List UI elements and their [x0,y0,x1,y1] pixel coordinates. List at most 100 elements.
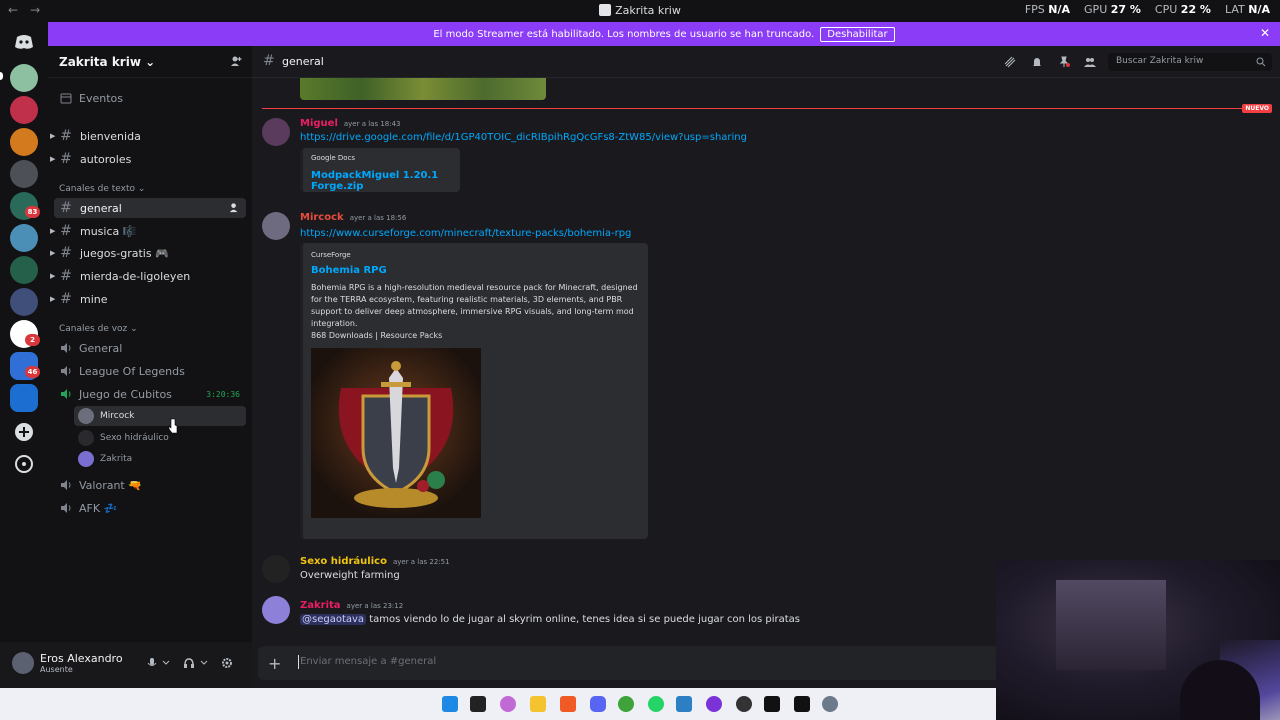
voice-channel-valorant[interactable]: Valorant 🔫 [54,475,246,495]
events-item[interactable]: Eventos [54,88,246,108]
voice-user[interactable]: Zakrita [78,451,132,467]
chevron-down-icon[interactable] [162,657,170,669]
embed-title[interactable]: ModpackMiguel 1.20.1 Forge.zip [311,170,452,192]
chevron-down-icon[interactable] [200,657,208,669]
banner-text: El modo Streamer está habilitado. Los no… [433,28,815,40]
threads-icon[interactable] [1004,56,1016,68]
channel-autoroles[interactable]: ▶ # autoroles [50,149,246,169]
channel-bienvenida[interactable]: ▶ # bienvenida [50,126,246,146]
user-mention[interactable]: @segaotava [300,614,367,625]
voice-channel-juego-de-cubitos[interactable]: Juego de Cubitos 3:20:36 [54,384,246,404]
avatar[interactable] [12,652,34,674]
channel-musica[interactable]: ▶ # musica 🎼 [50,221,246,241]
message-author[interactable]: Mircock ayer a las 18:56 [300,212,406,223]
voice-channel-general[interactable]: General [54,338,246,358]
attachment-image[interactable] [300,78,546,100]
message-link[interactable]: https://drive.google.com/file/d/1GP40TOI… [300,132,747,143]
embed-thumbnail-image[interactable] [311,348,481,518]
discord-taskbar-icon[interactable] [590,696,606,712]
voice-user[interactable]: Mircock [78,408,134,424]
message-timestamp: ayer a las 18:43 [343,120,401,128]
disable-streamer-button[interactable]: Deshabilitar [820,26,895,42]
avatar[interactable] [262,118,290,146]
message-timestamp: ayer a las 18:56 [349,214,407,222]
file-explorer-icon[interactable] [530,696,546,712]
server-icon[interactable] [10,288,38,316]
voice-channel-league-of-legends[interactable]: League Of Legends [54,361,246,381]
bell-icon[interactable] [1031,56,1043,68]
window-app-icon[interactable] [676,696,692,712]
embed-title[interactable]: Bohemia RPG [311,265,640,276]
category-voice-channels[interactable]: Canales de voz ⌄ [59,324,138,334]
stat-lat: LAT N/A [1224,3,1270,16]
obs-icon[interactable] [736,696,752,712]
add-server-icon[interactable] [10,418,38,446]
server-header[interactable]: Zakrita kriw ⌄ [48,46,252,78]
attach-plus-icon[interactable]: + [268,654,281,673]
close-icon[interactable]: ✕ [1260,26,1270,40]
avatar[interactable] [262,555,290,583]
channel-juegos-gratis[interactable]: ▶ # juegos-gratis 🎮 [50,243,246,263]
voice-timer: 3:20:36 [206,389,240,399]
speaker-icon [61,503,71,513]
search-icon [1256,57,1266,67]
channel-mine[interactable]: ▶ # mine [50,289,246,309]
app-icon[interactable] [706,696,722,712]
avatar [78,408,94,424]
member-list-icon[interactable] [1084,56,1096,68]
headphones-icon[interactable] [183,657,195,669]
speaker-icon [61,343,71,353]
server-icon[interactable] [10,224,38,252]
message-author[interactable]: Zakrita ayer a las 23:12 [300,600,403,611]
avatar[interactable] [262,212,290,240]
server-icon[interactable] [10,256,38,284]
invite-icon[interactable] [229,202,240,213]
voice-channel-afk[interactable]: AFK 💤 [54,498,246,518]
avatar[interactable] [262,596,290,624]
server-icon[interactable] [10,160,38,188]
chrome-icon[interactable] [618,696,634,712]
user-status: Ausente [40,665,73,674]
hash-icon: # [60,128,72,144]
pin-icon[interactable] [1058,56,1070,68]
caret-icon: ▶ [50,249,56,257]
voice-user[interactable]: Sexo hidráulico [78,430,169,446]
server-icon[interactable] [10,96,38,124]
channel-general[interactable]: # general [54,198,246,218]
server-icon[interactable] [10,384,38,412]
hash-icon: # [60,245,72,261]
windows-start-icon[interactable] [442,696,458,712]
app-icon[interactable] [794,696,810,712]
category-text-channels[interactable]: Canales de texto ⌄ [59,184,145,194]
message-link[interactable]: https://www.curseforge.com/minecraft/tex… [300,228,631,239]
channel-mierda-de-ligoleyen[interactable]: ▶ # mierda-de-ligoleyen [50,266,246,286]
avatar [78,430,94,446]
message-author[interactable]: Sexo hidráulico ayer a las 22:51 [300,556,450,567]
server-icon[interactable] [10,64,38,92]
brave-browser-icon[interactable] [560,696,576,712]
explore-icon[interactable] [10,450,38,478]
copilot-icon[interactable] [500,696,516,712]
server-indicator [0,72,3,80]
text-caret [298,655,299,669]
server-name: Zakrita kriw [59,54,141,69]
hash-icon: # [60,223,72,239]
avatar [78,451,94,467]
unread-badge: 2 [25,334,40,346]
add-member-icon[interactable] [230,55,242,67]
capcut-icon[interactable] [764,696,780,712]
discord-home-icon[interactable] [10,28,38,56]
whatsapp-icon[interactable] [648,696,664,712]
message-input[interactable]: Enviar mensaje a #general [300,656,436,667]
settings-app-icon[interactable] [822,696,838,712]
hash-icon: # [60,291,72,307]
search-input[interactable]: Buscar Zakrita kriw [1108,53,1272,71]
message-author[interactable]: Miguel ayer a las 18:43 [300,118,401,129]
task-view-icon[interactable] [470,696,486,712]
microphone-icon[interactable] [146,657,158,669]
streamer-mode-banner: El modo Streamer está habilitado. Los no… [48,22,1280,46]
username[interactable]: Eros Alexandro [40,652,123,665]
settings-gear-icon[interactable] [221,657,233,669]
server-icon[interactable] [10,128,38,156]
hash-icon: # [60,200,72,216]
